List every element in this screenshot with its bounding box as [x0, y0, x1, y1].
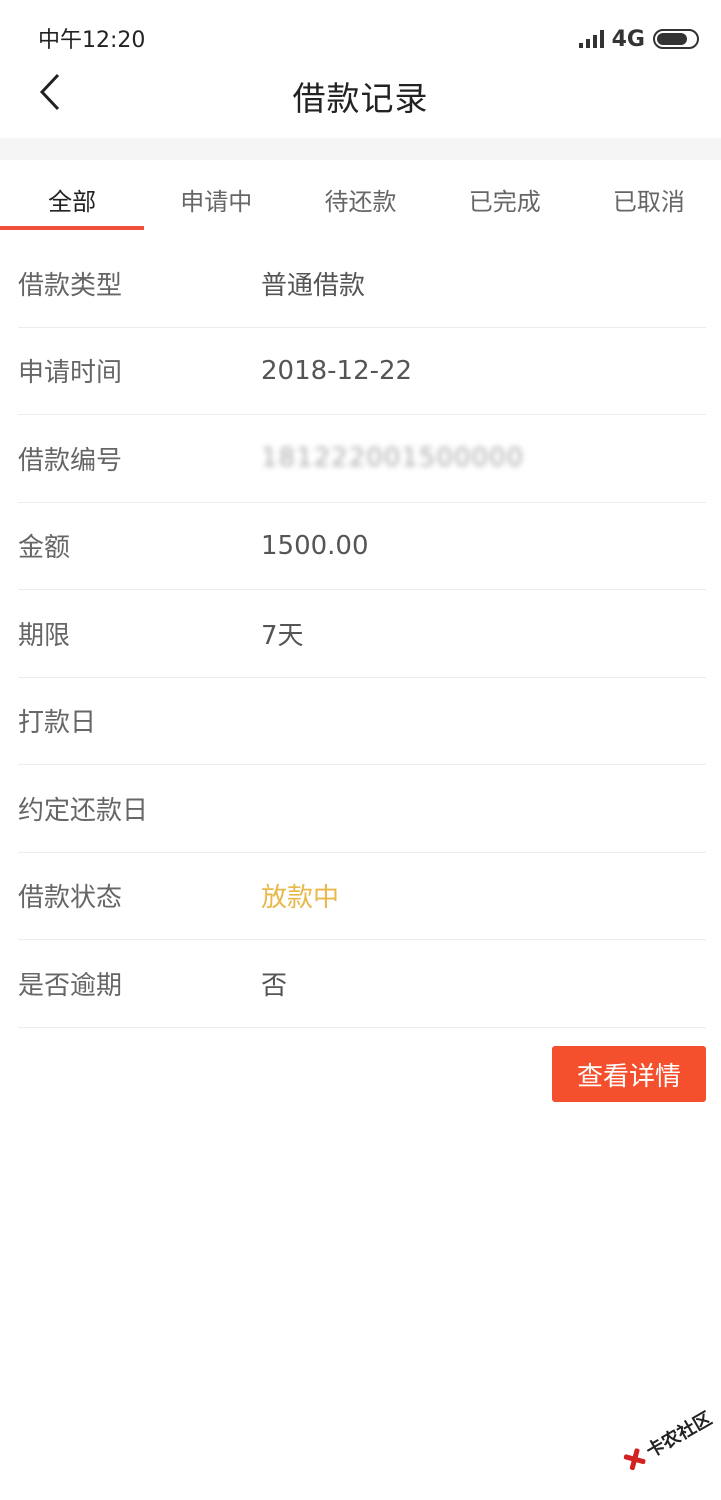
detail-row-overdue: 是否逾期 否 — [18, 940, 706, 1028]
section-divider — [0, 138, 721, 160]
detail-label: 申请时间 — [18, 358, 123, 389]
tab-applying[interactable]: 申请中 — [144, 160, 288, 230]
detail-value: 2018-12-22 — [261, 355, 413, 386]
tab-bar: 全部 申请中 待还款 已完成 已取消 — [0, 160, 721, 230]
loan-detail-list: 借款类型 普通借款 申请时间 2018-12-22 借款编号 181222001… — [18, 240, 706, 1028]
detail-row-term: 期限 7天 — [18, 590, 706, 678]
signal-icon — [578, 30, 604, 48]
detail-row-due-date: 约定还款日 — [18, 765, 706, 853]
detail-row-apply-time: 申请时间 2018-12-22 — [18, 328, 706, 415]
battery-icon — [653, 29, 699, 49]
detail-label: 约定还款日 — [18, 795, 149, 826]
battery-level — [657, 33, 688, 45]
detail-row-loan-status: 借款状态 放款中 — [18, 853, 706, 940]
detail-label: 金额 — [18, 533, 71, 564]
page-title: 借款记录 — [292, 79, 429, 118]
detail-label: 借款编号 — [18, 445, 123, 476]
watermark-logo: 卡农社区 — [610, 1389, 721, 1491]
detail-row-loan-number: 借款编号 181222001500000 — [18, 415, 706, 503]
detail-row-payout-date: 打款日 — [18, 678, 706, 765]
detail-value: 7天 — [261, 620, 304, 651]
detail-value: 否 — [261, 970, 288, 1001]
detail-value: 普通借款 — [261, 270, 366, 301]
detail-label: 借款类型 — [18, 270, 123, 301]
view-detail-button[interactable]: 查看详情 — [552, 1046, 706, 1102]
tab-completed[interactable]: 已完成 — [433, 160, 577, 230]
detail-value-redacted: 181222001500000 — [261, 443, 525, 474]
detail-label: 打款日 — [18, 708, 97, 739]
network-type: 4G — [611, 26, 645, 52]
tab-cancelled[interactable]: 已取消 — [577, 160, 721, 230]
tab-all[interactable]: 全部 — [0, 160, 145, 230]
detail-label: 是否逾期 — [18, 970, 123, 1001]
detail-row-amount: 金额 1500.00 — [18, 503, 706, 590]
status-badge: 放款中 — [261, 883, 340, 914]
status-time: 中午12:20 — [38, 28, 146, 53]
detail-label: 期限 — [18, 620, 71, 651]
detail-row-loan-type: 借款类型 普通借款 — [18, 240, 706, 328]
detail-value: 1500.00 — [261, 530, 369, 561]
nav-bar: 借款记录 — [0, 60, 721, 140]
detail-label: 借款状态 — [18, 883, 123, 914]
tab-to-repay[interactable]: 待还款 — [288, 160, 432, 230]
watermark-text: 卡农社区 — [642, 1408, 716, 1463]
status-icons: 4G — [578, 26, 699, 52]
